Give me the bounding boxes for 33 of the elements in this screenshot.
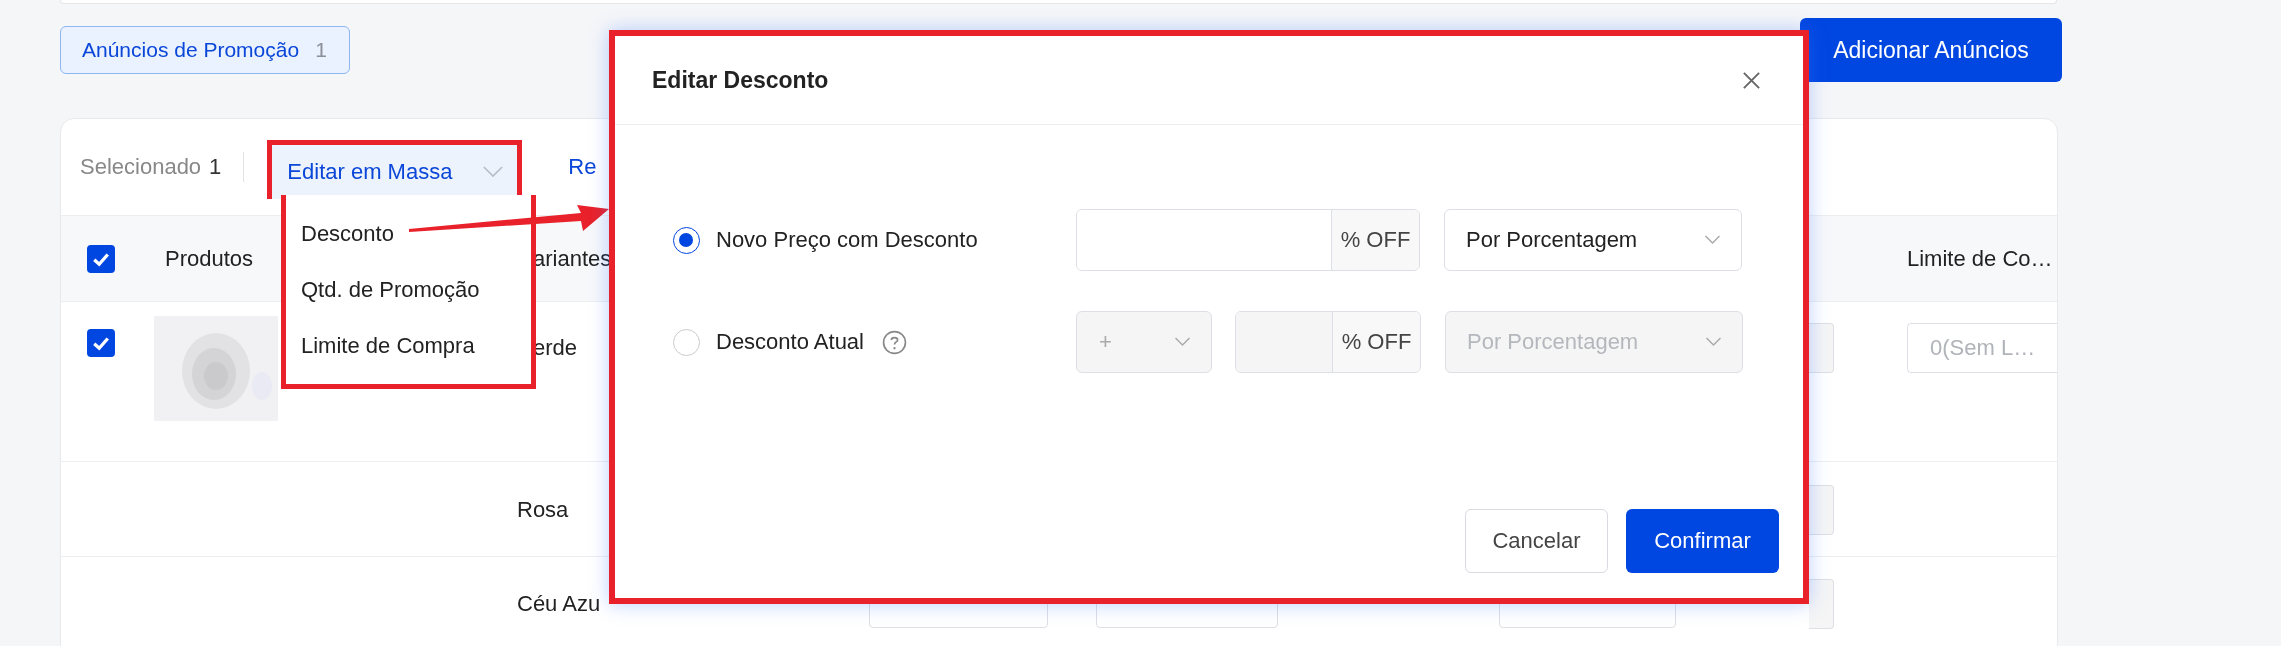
chevron-icon: [483, 166, 504, 178]
selected-label: Selecionado: [80, 154, 202, 180]
column-header: ariantes: [532, 245, 612, 272]
menu-item[interactable]: Desconto: [286, 214, 531, 270]
input-field[interactable]: [1809, 579, 1834, 629]
bulk-edit-dropdown[interactable]: Editar em Massa: [267, 140, 523, 199]
tag-count: 1: [315, 38, 327, 62]
checkbox[interactable]: [87, 244, 115, 273]
checkbox[interactable]: [87, 329, 115, 357]
option-label: Desconto Atual: [716, 329, 864, 355]
input-field[interactable]: [1809, 323, 1834, 373]
close-icon[interactable]: [1742, 70, 1761, 90]
chevron-icon: [1174, 337, 1191, 347]
add-listings-button[interactable]: Adicionar Anúncios: [1800, 18, 2062, 82]
input-field[interactable]: [1809, 485, 1834, 535]
option-label: Novo Preço com Desconto: [716, 227, 978, 253]
dialog-title: Editar Desconto: [652, 66, 829, 94]
variant-name: Céu Azu: [517, 590, 601, 618]
chevron-icon: [1705, 337, 1722, 347]
confirm-button[interactable]: Confirmar: [1626, 509, 1779, 573]
menu-item[interactable]: Limite de Compra: [286, 326, 531, 382]
promo-tag[interactable]: Anúncios de Promoção 1: [60, 26, 350, 74]
menu-item[interactable]: Qtd. de Promoção: [286, 270, 531, 326]
chevron-icon: [1704, 235, 1721, 245]
cancel-button[interactable]: Cancelar: [1465, 509, 1608, 573]
selected-count: 1: [209, 154, 222, 180]
column-header: Produtos: [165, 245, 254, 271]
column-header: Limite de Co…: [1907, 245, 2053, 271]
variant-name: Rosa: [517, 496, 569, 524]
toolbar-link[interactable]: Re: [568, 154, 597, 180]
discount-input[interactable]: % OFF: [1076, 209, 1420, 271]
mode-select[interactable]: Por Porcentagem: [1444, 209, 1742, 271]
tag-label: Anúncios de Promoção: [82, 38, 300, 62]
